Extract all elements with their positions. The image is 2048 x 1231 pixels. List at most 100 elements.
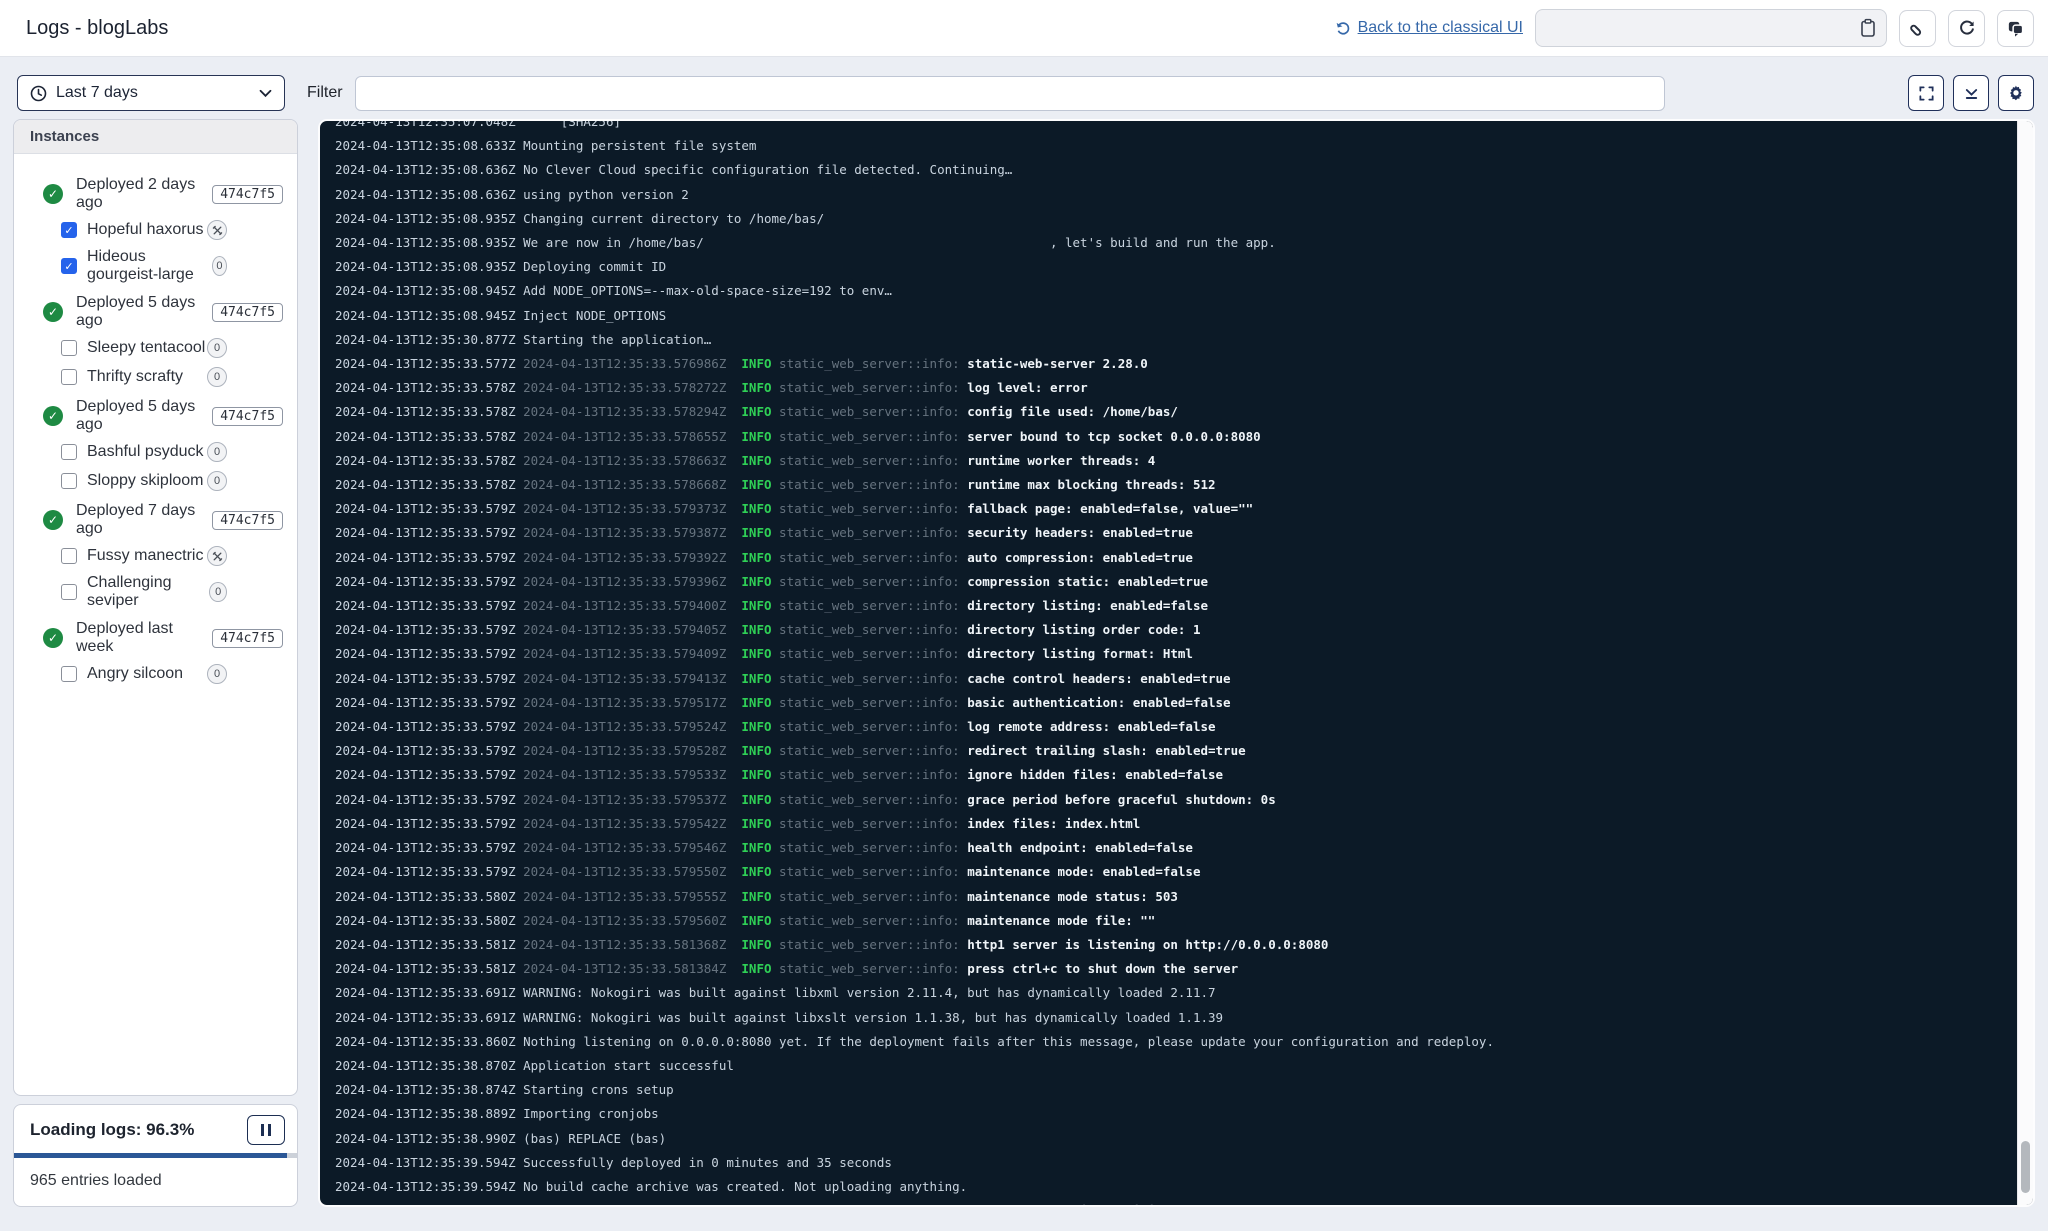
gear-icon — [2007, 84, 2025, 102]
deployment-success-icon: ✓ — [43, 302, 63, 322]
log-line: 2024-04-13T12:35:33.579Z 2024-04-13T12:3… — [335, 618, 2017, 642]
instance-checkbox[interactable] — [61, 473, 77, 489]
log-line: 2024-04-13T12:35:08.945Z Inject NODE_OPT… — [335, 304, 2017, 328]
log-line: 2024-04-13T12:35:33.581Z 2024-04-13T12:3… — [335, 957, 2017, 981]
log-line: 2024-04-13T12:35:33.580Z 2024-04-13T12:3… — [335, 909, 2017, 933]
log-line: 2024-04-13T12:35:33.579Z 2024-04-13T12:3… — [335, 691, 2017, 715]
log-line: 2024-04-13T12:35:08.935Z Changing curren… — [335, 207, 2017, 231]
log-line: 2024-04-13T12:35:39.594Z Successfully de… — [335, 1151, 2017, 1175]
log-line: 2024-04-13T12:35:33.578Z 2024-04-13T12:3… — [335, 473, 2017, 497]
log-line: 2024-04-13T12:35:33.579Z 2024-04-13T12:3… — [335, 521, 2017, 545]
filter-input[interactable] — [355, 76, 1665, 111]
back-to-classical-ui-link[interactable]: Back to the classical UI — [1335, 19, 1523, 37]
instance-checkbox[interactable] — [61, 369, 77, 385]
app-header: Logs - blogLabs Back to the classical UI — [0, 0, 2048, 57]
time-range-value: Last 7 days — [56, 84, 138, 102]
instance-row[interactable]: Hopeful haxorus — [61, 219, 283, 241]
instance-count-badge: 0 — [207, 338, 227, 358]
log-line: 2024-04-13T12:35:33.579Z 2024-04-13T12:3… — [335, 546, 2017, 570]
instance-count-badge: 0 — [209, 582, 227, 602]
log-scrollbar-thumb[interactable] — [2021, 1141, 2030, 1193]
link-chain-icon — [1908, 19, 1927, 38]
page-title: Logs - blogLabs — [26, 17, 168, 40]
date-jump-input[interactable] — [1535, 9, 1887, 47]
pause-icon — [261, 1124, 264, 1136]
deployment-label: Deployed 5 days ago — [76, 398, 212, 434]
clipboard-icon — [1859, 18, 1877, 38]
time-range-select[interactable]: Last 7 days — [17, 75, 285, 111]
instance-name: Angry silcoon — [87, 665, 183, 683]
instance-row[interactable]: Thrifty scrafty0 — [61, 366, 283, 388]
chevron-down-icon — [259, 89, 272, 98]
log-line: 2024-04-13T12:35:08.633Z Mounting persis… — [335, 134, 2017, 158]
instances-panel: Instances ✓ Deployed 2 days ago 474c7f5 Hop… — [13, 119, 298, 1096]
deployment-label: Deployed 5 days ago — [76, 294, 212, 330]
log-line: 2024-04-13T12:35:07.048Z ' [SHA256] ' — [335, 121, 2017, 134]
instance-count-badge: 0 — [207, 664, 227, 684]
instance-groups: ✓ Deployed 2 days ago 474c7f5 Hopeful haxor… — [14, 154, 297, 704]
instance-checkbox[interactable] — [61, 222, 77, 238]
content-area: Instances ✓ Deployed 2 days ago 474c7f5 Hop… — [0, 119, 2048, 1221]
instance-checkbox[interactable] — [61, 666, 77, 682]
log-line: 2024-04-13T12:35:38.870Z Application sta… — [335, 1054, 2017, 1078]
commit-badge: 474c7f5 — [212, 303, 283, 322]
log-line: 2024-04-13T12:35:33.579Z 2024-04-13T12:3… — [335, 788, 2017, 812]
instance-checkbox[interactable] — [61, 584, 77, 600]
log-line: 2024-04-13T12:35:33.579Z 2024-04-13T12:3… — [335, 836, 2017, 860]
instance-checkbox[interactable] — [61, 444, 77, 460]
log-line: 2024-04-13T12:35:33.578Z 2024-04-13T12:3… — [335, 376, 2017, 400]
instance-count-badge: 0 — [212, 256, 227, 276]
instance-name: Fussy manectric — [87, 547, 203, 565]
copy-link-button[interactable] — [1899, 10, 1936, 47]
log-line: 2024-04-13T12:35:33.579Z 2024-04-13T12:3… — [335, 715, 2017, 739]
log-scrollbar[interactable] — [2017, 121, 2033, 1205]
clock-icon — [30, 85, 47, 102]
refresh-button[interactable] — [1948, 10, 1985, 47]
chat-bubbles-icon — [2006, 19, 2025, 38]
log-settings-button[interactable] — [1998, 75, 2034, 111]
log-line: 2024-04-13T12:35:08.636Z using python ve… — [335, 183, 2017, 207]
log-line: 2024-04-13T12:35:39.594Z No build cache … — [335, 1175, 2017, 1199]
refresh-icon — [1958, 19, 1976, 37]
scroll-to-bottom-button[interactable] — [1953, 75, 1989, 111]
instance-checkbox[interactable] — [61, 340, 77, 356]
log-toolbar: Last 7 days Filter — [0, 57, 2048, 119]
instance-name: Hideous gourgeist-large — [87, 248, 212, 284]
feedback-button[interactable] — [1997, 10, 2034, 47]
commit-badge: 474c7f5 — [212, 511, 283, 530]
instance-row[interactable]: Sloppy skiploom0 — [61, 470, 283, 492]
pause-loading-button[interactable] — [247, 1115, 285, 1145]
log-line: 2024-04-13T12:35:33.580Z 2024-04-13T12:3… — [335, 885, 2017, 909]
log-line: 2024-04-13T12:35:33.579Z 2024-04-13T12:3… — [335, 642, 2017, 666]
instance-name: Sleepy tentacool — [87, 339, 205, 357]
commit-badge: 474c7f5 — [212, 407, 283, 426]
instance-row[interactable]: Fussy manectric — [61, 545, 283, 567]
instance-name: Thrifty scrafty — [87, 368, 183, 386]
deployment-label: Deployed 7 days ago — [76, 502, 212, 538]
log-lines[interactable]: 2024-04-13T12:35:07.048Z ' [SHA256] '202… — [320, 121, 2017, 1205]
log-line: 2024-04-13T12:35:33.860Z Nothing listeni… — [335, 1030, 2017, 1054]
instance-row[interactable]: Angry silcoon 0 — [61, 663, 283, 685]
fullscreen-button[interactable] — [1908, 75, 1944, 111]
log-line: 2024-04-13T12:35:08.945Z Add NODE_OPTION… — [335, 279, 2017, 303]
instance-row[interactable]: Sleepy tentacool0 — [61, 337, 283, 359]
instance-row[interactable]: Challenging seviper0 — [61, 574, 283, 610]
entries-loaded-label: 965 entries loaded — [14, 1158, 297, 1206]
instance-count-badge: 0 — [207, 442, 227, 462]
deployment-label: Deployed 2 days ago — [76, 176, 212, 212]
deployment-success-icon: ✓ — [43, 628, 63, 648]
crossed-tools-badge — [207, 546, 227, 566]
log-line: 2024-04-13T12:35:08.935Z We are now in /… — [335, 231, 2017, 255]
log-line: 2024-04-13T12:35:33.579Z 2024-04-13T12:3… — [335, 594, 2017, 618]
instance-name: Challenging seviper — [87, 574, 209, 610]
fullscreen-icon — [1918, 85, 1935, 102]
log-line: 2024-04-13T12:35:33.579Z 2024-04-13T12:3… — [335, 497, 2017, 521]
instance-row[interactable]: Bashful psyduck0 — [61, 441, 283, 463]
instance-name: Sloppy skiploom — [87, 472, 204, 490]
instance-checkbox[interactable] — [61, 548, 77, 564]
instance-row[interactable]: Hideous gourgeist-large0 — [61, 248, 283, 284]
instance-checkbox[interactable] — [61, 258, 77, 274]
deployment-success-icon: ✓ — [43, 184, 63, 204]
instances-panel-title: Instances — [14, 120, 297, 154]
undo-arrow-icon — [1335, 20, 1351, 36]
